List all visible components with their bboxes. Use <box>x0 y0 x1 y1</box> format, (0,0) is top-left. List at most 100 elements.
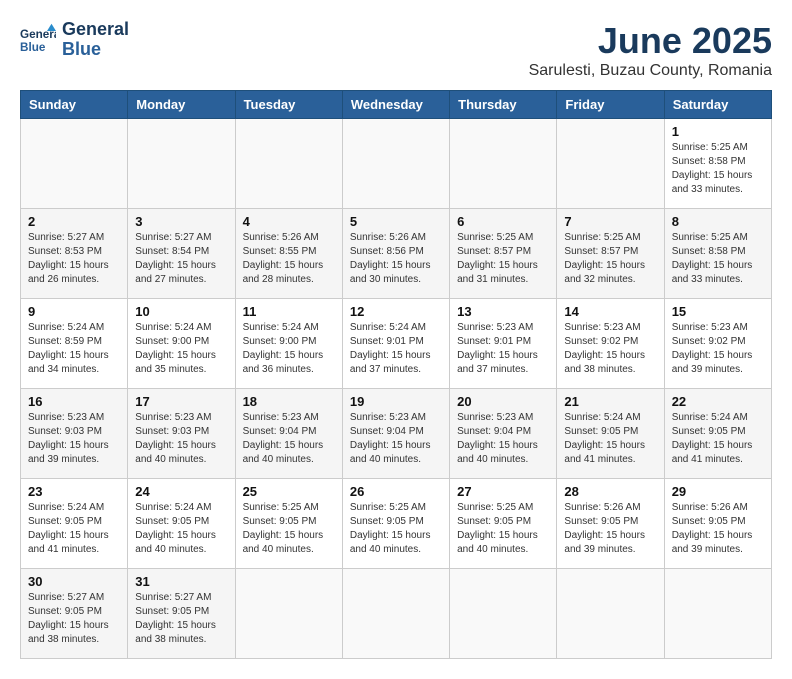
day-number: 2 <box>28 214 120 229</box>
day-info: Sunrise: 5:24 AMSunset: 8:59 PMDaylight:… <box>28 321 120 377</box>
day-info: Sunrise: 5:27 AMSunset: 9:05 PMDaylight:… <box>28 591 120 647</box>
calendar-cell: 4 Sunrise: 5:26 AMSunset: 8:55 PMDayligh… <box>235 209 342 299</box>
calendar-cell: 18 Sunrise: 5:23 AMSunset: 9:04 PMDaylig… <box>235 389 342 479</box>
calendar-cell: 20 Sunrise: 5:23 AMSunset: 9:04 PMDaylig… <box>450 389 557 479</box>
calendar-cell <box>235 119 342 209</box>
calendar-cell: 11 Sunrise: 5:24 AMSunset: 9:00 PMDaylig… <box>235 299 342 389</box>
day-info: Sunrise: 5:27 AMSunset: 8:54 PMDaylight:… <box>135 231 227 287</box>
calendar-week-row: 9 Sunrise: 5:24 AMSunset: 8:59 PMDayligh… <box>21 299 772 389</box>
calendar-cell: 14 Sunrise: 5:23 AMSunset: 9:02 PMDaylig… <box>557 299 664 389</box>
day-number: 7 <box>564 214 656 229</box>
logo-text: GeneralBlue <box>62 20 129 60</box>
day-number: 28 <box>564 484 656 499</box>
calendar-cell: 7 Sunrise: 5:25 AMSunset: 8:57 PMDayligh… <box>557 209 664 299</box>
calendar-cell: 30 Sunrise: 5:27 AMSunset: 9:05 PMDaylig… <box>21 569 128 659</box>
day-info: Sunrise: 5:23 AMSunset: 9:01 PMDaylight:… <box>457 321 549 377</box>
day-number: 25 <box>243 484 335 499</box>
day-number: 11 <box>243 304 335 319</box>
day-number: 13 <box>457 304 549 319</box>
day-info: Sunrise: 5:23 AMSunset: 9:03 PMDaylight:… <box>28 411 120 467</box>
day-info: Sunrise: 5:25 AMSunset: 8:57 PMDaylight:… <box>457 231 549 287</box>
calendar-cell <box>342 569 449 659</box>
day-number: 14 <box>564 304 656 319</box>
day-info: Sunrise: 5:25 AMSunset: 8:58 PMDaylight:… <box>672 231 764 287</box>
column-header-saturday: Saturday <box>664 91 771 119</box>
day-number: 29 <box>672 484 764 499</box>
calendar-cell: 2 Sunrise: 5:27 AMSunset: 8:53 PMDayligh… <box>21 209 128 299</box>
day-info: Sunrise: 5:23 AMSunset: 9:04 PMDaylight:… <box>243 411 335 467</box>
day-info: Sunrise: 5:26 AMSunset: 9:05 PMDaylight:… <box>564 501 656 557</box>
day-number: 8 <box>672 214 764 229</box>
calendar-cell: 31 Sunrise: 5:27 AMSunset: 9:05 PMDaylig… <box>128 569 235 659</box>
column-header-tuesday: Tuesday <box>235 91 342 119</box>
day-number: 16 <box>28 394 120 409</box>
svg-text:Blue: Blue <box>20 41 46 54</box>
day-info: Sunrise: 5:25 AMSunset: 9:05 PMDaylight:… <box>457 501 549 557</box>
day-number: 30 <box>28 574 120 589</box>
calendar-cell <box>664 569 771 659</box>
page-header: General Blue GeneralBlue June 2025 Sarul… <box>20 20 772 80</box>
title-area: June 2025 Sarulesti, Buzau County, Roman… <box>529 20 772 80</box>
day-info: Sunrise: 5:23 AMSunset: 9:04 PMDaylight:… <box>350 411 442 467</box>
calendar-cell: 25 Sunrise: 5:25 AMSunset: 9:05 PMDaylig… <box>235 479 342 569</box>
calendar-cell: 26 Sunrise: 5:25 AMSunset: 9:05 PMDaylig… <box>342 479 449 569</box>
calendar-cell: 29 Sunrise: 5:26 AMSunset: 9:05 PMDaylig… <box>664 479 771 569</box>
calendar-title: June 2025 <box>529 20 772 62</box>
day-info: Sunrise: 5:26 AMSunset: 8:56 PMDaylight:… <box>350 231 442 287</box>
day-number: 21 <box>564 394 656 409</box>
calendar-cell: 6 Sunrise: 5:25 AMSunset: 8:57 PMDayligh… <box>450 209 557 299</box>
calendar-cell: 24 Sunrise: 5:24 AMSunset: 9:05 PMDaylig… <box>128 479 235 569</box>
column-header-friday: Friday <box>557 91 664 119</box>
calendar-cell <box>557 569 664 659</box>
day-number: 9 <box>28 304 120 319</box>
calendar-cell: 3 Sunrise: 5:27 AMSunset: 8:54 PMDayligh… <box>128 209 235 299</box>
day-number: 15 <box>672 304 764 319</box>
day-info: Sunrise: 5:24 AMSunset: 9:00 PMDaylight:… <box>135 321 227 377</box>
day-number: 12 <box>350 304 442 319</box>
day-number: 17 <box>135 394 227 409</box>
day-info: Sunrise: 5:25 AMSunset: 9:05 PMDaylight:… <box>350 501 442 557</box>
calendar-cell <box>235 569 342 659</box>
day-number: 26 <box>350 484 442 499</box>
calendar-cell <box>557 119 664 209</box>
column-header-monday: Monday <box>128 91 235 119</box>
calendar-cell: 12 Sunrise: 5:24 AMSunset: 9:01 PMDaylig… <box>342 299 449 389</box>
calendar-cell: 13 Sunrise: 5:23 AMSunset: 9:01 PMDaylig… <box>450 299 557 389</box>
day-info: Sunrise: 5:27 AMSunset: 8:53 PMDaylight:… <box>28 231 120 287</box>
day-info: Sunrise: 5:24 AMSunset: 9:05 PMDaylight:… <box>564 411 656 467</box>
day-info: Sunrise: 5:24 AMSunset: 9:05 PMDaylight:… <box>135 501 227 557</box>
day-info: Sunrise: 5:25 AMSunset: 9:05 PMDaylight:… <box>243 501 335 557</box>
day-number: 22 <box>672 394 764 409</box>
day-number: 20 <box>457 394 549 409</box>
day-number: 5 <box>350 214 442 229</box>
day-info: Sunrise: 5:23 AMSunset: 9:02 PMDaylight:… <box>672 321 764 377</box>
day-number: 19 <box>350 394 442 409</box>
calendar-cell: 28 Sunrise: 5:26 AMSunset: 9:05 PMDaylig… <box>557 479 664 569</box>
calendar-cell: 15 Sunrise: 5:23 AMSunset: 9:02 PMDaylig… <box>664 299 771 389</box>
calendar-cell <box>21 119 128 209</box>
day-info: Sunrise: 5:23 AMSunset: 9:04 PMDaylight:… <box>457 411 549 467</box>
calendar-cell: 22 Sunrise: 5:24 AMSunset: 9:05 PMDaylig… <box>664 389 771 479</box>
calendar-cell <box>450 569 557 659</box>
day-number: 10 <box>135 304 227 319</box>
column-header-wednesday: Wednesday <box>342 91 449 119</box>
calendar-cell: 21 Sunrise: 5:24 AMSunset: 9:05 PMDaylig… <box>557 389 664 479</box>
calendar-table: SundayMondayTuesdayWednesdayThursdayFrid… <box>20 90 772 659</box>
calendar-cell <box>450 119 557 209</box>
day-info: Sunrise: 5:25 AMSunset: 8:58 PMDaylight:… <box>672 141 764 197</box>
calendar-week-row: 2 Sunrise: 5:27 AMSunset: 8:53 PMDayligh… <box>21 209 772 299</box>
day-number: 24 <box>135 484 227 499</box>
day-number: 31 <box>135 574 227 589</box>
calendar-cell <box>128 119 235 209</box>
calendar-week-row: 1 Sunrise: 5:25 AMSunset: 8:58 PMDayligh… <box>21 119 772 209</box>
calendar-cell <box>342 119 449 209</box>
column-header-sunday: Sunday <box>21 91 128 119</box>
day-number: 1 <box>672 124 764 139</box>
calendar-header-row: SundayMondayTuesdayWednesdayThursdayFrid… <box>21 91 772 119</box>
calendar-cell: 5 Sunrise: 5:26 AMSunset: 8:56 PMDayligh… <box>342 209 449 299</box>
day-info: Sunrise: 5:27 AMSunset: 9:05 PMDaylight:… <box>135 591 227 647</box>
day-info: Sunrise: 5:26 AMSunset: 8:55 PMDaylight:… <box>243 231 335 287</box>
calendar-cell: 9 Sunrise: 5:24 AMSunset: 8:59 PMDayligh… <box>21 299 128 389</box>
calendar-week-row: 30 Sunrise: 5:27 AMSunset: 9:05 PMDaylig… <box>21 569 772 659</box>
calendar-subtitle: Sarulesti, Buzau County, Romania <box>529 62 772 80</box>
